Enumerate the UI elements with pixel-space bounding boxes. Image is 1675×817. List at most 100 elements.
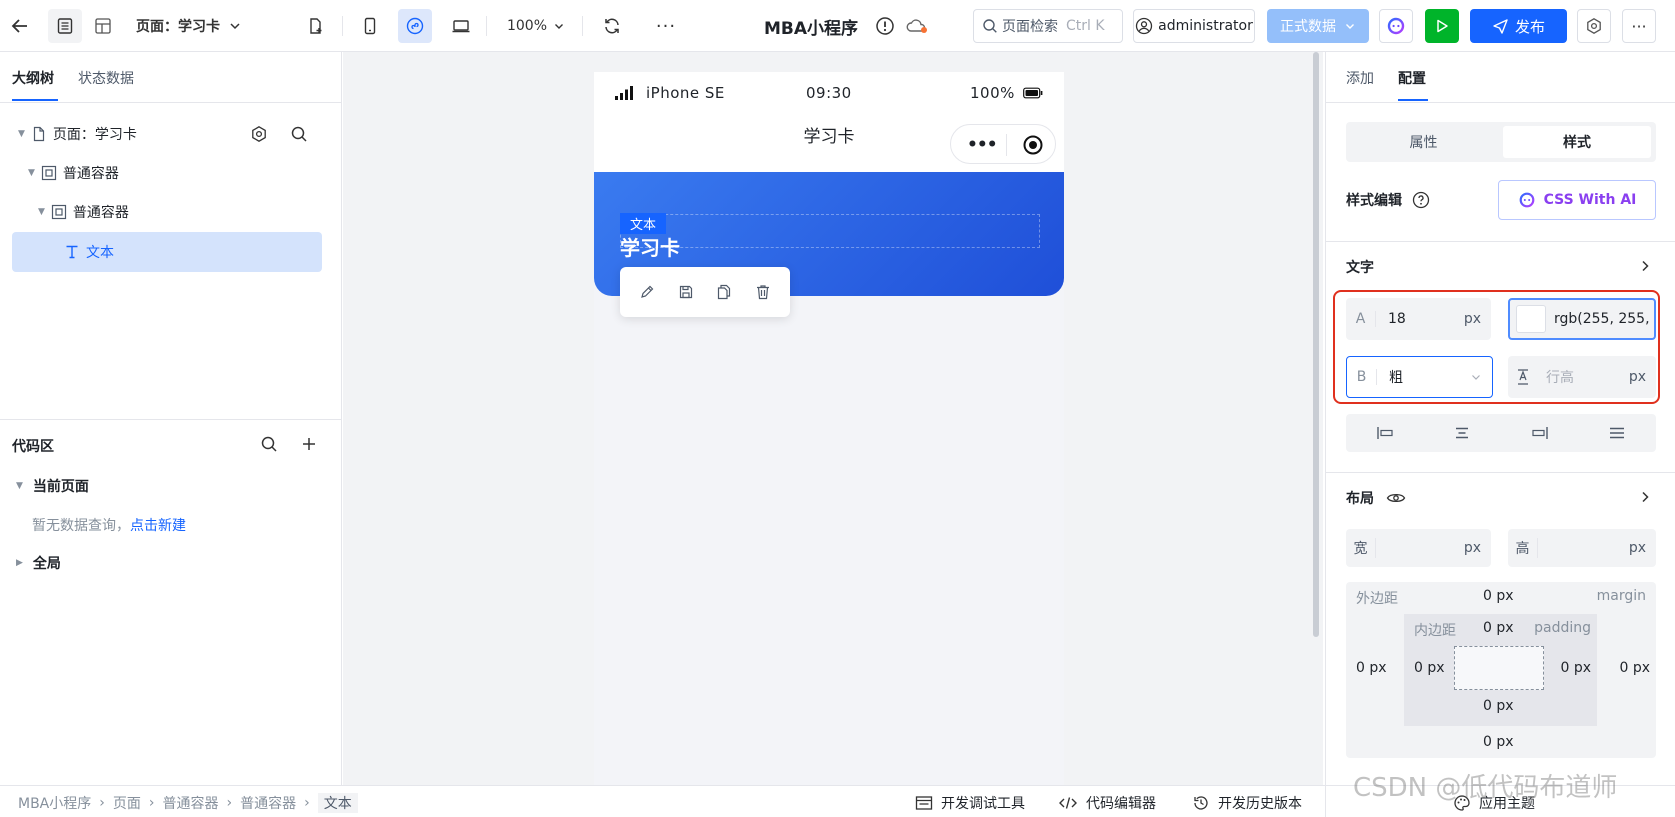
margin-left-value[interactable]: 0 px [1356, 660, 1387, 676]
create-new-link[interactable]: 点击新建 [130, 515, 186, 535]
padding-bottom-value[interactable]: 0 px [1483, 698, 1514, 714]
code-empty-hint: 暂无数据查询， 点击新建 [32, 515, 186, 535]
ai-assistant-icon[interactable] [1379, 9, 1413, 43]
data-env-select[interactable]: 正式数据 [1267, 9, 1369, 43]
width-input[interactable]: 宽 px [1346, 529, 1491, 567]
preview-play-button[interactable] [1425, 9, 1459, 43]
breadcrumb-item[interactable]: 普通容器 [240, 793, 296, 813]
seg-style[interactable]: 样式 [1503, 126, 1651, 158]
capsule-menu[interactable]: ••• [950, 124, 1056, 164]
desktop-device-icon[interactable] [444, 9, 478, 43]
tree-node-text-selected[interactable]: 文本 [12, 232, 322, 272]
empty-text: 暂无数据查询， [32, 518, 130, 534]
back-arrow-icon[interactable] [6, 9, 34, 43]
margin-right-value[interactable]: 0 px [1619, 660, 1650, 676]
padding-left-value[interactable]: 0 px [1414, 660, 1445, 676]
align-left-icon[interactable] [1375, 424, 1395, 442]
padding-label: 内边距 [1414, 623, 1456, 639]
tab-state-data[interactable]: 状态数据 [78, 68, 134, 88]
zoom-select[interactable]: 100% [504, 9, 568, 43]
height-input[interactable]: 高 px [1508, 529, 1656, 567]
chevron-right-icon[interactable] [1638, 490, 1652, 504]
page-search-input[interactable]: 页面检索 Ctrl K [973, 9, 1123, 43]
layout-view-icon[interactable] [86, 9, 120, 43]
code-editor-button[interactable]: 代码编辑器 [1058, 793, 1156, 813]
code-global[interactable]: ▶ 全局 [16, 553, 61, 573]
tree-node-container[interactable]: ▼ 普通容器 [12, 192, 322, 232]
dev-debug-tool-button[interactable]: 开发调试工具 [915, 793, 1025, 813]
battery-label: 100% [970, 84, 1015, 102]
color-swatch[interactable] [1516, 305, 1546, 333]
tree-node-page[interactable]: ▼ 页面：学习卡 [12, 114, 322, 154]
more-icon[interactable]: ··· [650, 9, 682, 43]
font-size-input[interactable]: A 18 px [1346, 298, 1491, 340]
text-align-group [1346, 414, 1656, 452]
margin-bottom-value[interactable]: 0 px [1483, 734, 1514, 750]
settings-icon[interactable] [1577, 9, 1611, 43]
font-weight-select[interactable]: B 粗 [1346, 356, 1493, 398]
margin-top-value[interactable]: 0 px [1483, 588, 1514, 604]
code-current-page[interactable]: ▼ 当前页面 [16, 476, 89, 496]
top-toolbar: 页面：学习卡 100% ··· MBA小程序 页面检索 Ctrl K admin… [0, 0, 1675, 52]
tab-config[interactable]: 配置 [1398, 68, 1426, 88]
user-menu[interactable]: administrator [1133, 9, 1255, 43]
edit-pencil-icon[interactable] [639, 284, 655, 300]
padding-box: 内边距 padding 0 px 0 px 0 px 0 px [1404, 614, 1597, 726]
search-placeholder: 页面检索 [1002, 19, 1058, 35]
save-icon[interactable] [678, 284, 694, 300]
card-heading-text[interactable]: 学习卡 [620, 232, 680, 261]
search-icon[interactable] [290, 125, 308, 143]
left-panel: 大纲树 状态数据 ▼ 页面：学习卡 ▼ 普通容器 ▼ 普通容器 文本 代码区 ▼… [0, 52, 342, 785]
history-button[interactable]: 开发历史版本 [1192, 793, 1302, 813]
publish-button[interactable]: 发布 [1470, 9, 1567, 43]
status-bar-battery: 100% [970, 84, 1043, 102]
cloud-sync-icon[interactable] [904, 9, 930, 43]
copy-icon[interactable] [716, 284, 732, 300]
ai-assistant-icon [1519, 192, 1534, 208]
carrier-label: iPhone SE [646, 84, 725, 102]
miniprogram-device-icon[interactable] [398, 9, 432, 43]
page-selector-label: 页面：学习卡 [136, 19, 220, 35]
eye-icon[interactable] [1386, 491, 1406, 505]
delete-trash-icon[interactable] [755, 284, 771, 300]
capsule-close-icon[interactable] [1022, 134, 1044, 156]
global-label: 全局 [32, 556, 61, 572]
new-page-icon[interactable] [300, 9, 332, 43]
chevron-right-icon: › [99, 795, 105, 811]
tab-add[interactable]: 添加 [1346, 68, 1374, 88]
font-size-value: 18 [1388, 311, 1406, 327]
line-height-icon [1518, 369, 1528, 385]
css-with-ai-button[interactable]: CSS With AI [1498, 180, 1656, 220]
debug-console-icon [915, 796, 933, 810]
padding-top-value[interactable]: 0 px [1483, 620, 1514, 636]
tab-outline-tree[interactable]: 大纲树 [12, 68, 54, 88]
caret-down-icon: ▼ [38, 207, 45, 217]
refresh-icon[interactable] [596, 9, 628, 43]
outline-view-icon[interactable] [48, 9, 82, 43]
align-center-icon[interactable] [1452, 424, 1472, 442]
more-menu-icon[interactable]: ··· [1622, 9, 1656, 43]
tree-node-container[interactable]: ▼ 普通容器 [12, 153, 322, 193]
align-justify-icon[interactable] [1607, 424, 1627, 442]
capsule-more-icon[interactable]: ••• [967, 135, 998, 155]
breadcrumb-item[interactable]: MBA小程序 [18, 793, 91, 813]
add-icon[interactable] [300, 435, 318, 453]
canvas-scrollbar[interactable] [1313, 52, 1319, 637]
help-question-icon[interactable] [1412, 191, 1430, 209]
font-color-input[interactable]: rgb(255, 255, [1508, 298, 1656, 340]
search-icon[interactable] [260, 435, 278, 453]
page-selector[interactable]: 页面：学习卡 [136, 9, 256, 43]
breadcrumb-current[interactable]: 文本 [317, 793, 358, 813]
seg-properties[interactable]: 属性 [1346, 122, 1501, 162]
history-label: 开发历史版本 [1218, 796, 1302, 812]
breadcrumb-item[interactable]: 页面 [113, 793, 141, 813]
breadcrumb-item[interactable]: 普通容器 [162, 793, 218, 813]
info-alert-icon[interactable] [874, 9, 896, 43]
chevron-right-icon[interactable] [1638, 259, 1652, 273]
settings-icon[interactable] [250, 125, 268, 143]
style-edit-text: 样式编辑 [1346, 193, 1402, 209]
mobile-device-icon[interactable] [354, 9, 386, 43]
padding-right-value[interactable]: 0 px [1560, 660, 1591, 676]
line-height-input[interactable]: 行高 px [1508, 356, 1656, 398]
align-right-icon[interactable] [1530, 424, 1550, 442]
